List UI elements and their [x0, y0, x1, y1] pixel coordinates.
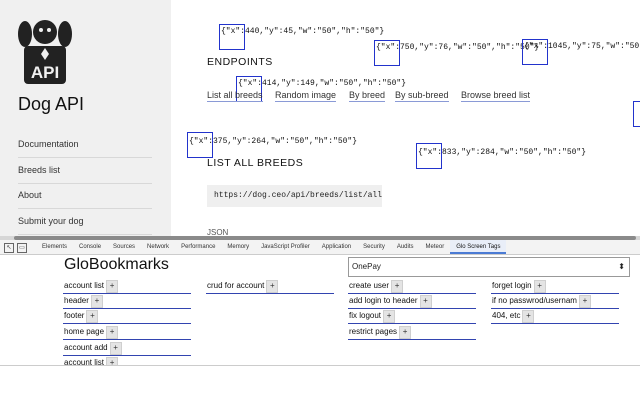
bookmark-label: if no passwrod/usernam: [492, 296, 577, 305]
dog-logo-icon[interactable]: API: [16, 18, 74, 86]
add-button[interactable]: +: [578, 295, 591, 308]
bookmark-item[interactable]: header +: [63, 294, 191, 309]
nav-about[interactable]: About: [18, 190, 152, 209]
screen-tag-label: {"x":750,"y":76,"w":"50","h":"50"}: [376, 43, 540, 52]
panel-title: GloBookmarks: [64, 256, 169, 273]
tab-javascript-profiler[interactable]: JavaScript Profiler: [255, 240, 316, 254]
bookmark-label: fix logout: [349, 311, 382, 320]
tab-performance[interactable]: Performance: [175, 240, 221, 254]
screen-tag-box[interactable]: [374, 40, 400, 66]
tab-audits[interactable]: Audits: [391, 240, 420, 254]
bookmark-label: add login to header: [349, 296, 418, 305]
sidebar: API Dog API Documentation Breeds list Ab…: [0, 0, 171, 236]
brand-title[interactable]: Dog API: [18, 94, 84, 115]
bookmark-item[interactable]: home page +: [63, 325, 191, 340]
add-button[interactable]: +: [90, 295, 103, 308]
nav-breeds-list[interactable]: Breeds list: [18, 165, 152, 184]
bookmark-label: account list: [64, 281, 105, 290]
bookmark-label: forget login: [492, 281, 532, 290]
screen-tag-label: {"x":414,"y":149,"w":"50","h":"50"}: [238, 79, 407, 88]
bookmark-item[interactable]: forget login +: [491, 279, 619, 294]
link-browse-breed-list[interactable]: Browse breed list: [461, 90, 531, 102]
tab-network[interactable]: Network: [141, 240, 175, 254]
add-button[interactable]: +: [109, 342, 122, 355]
add-button[interactable]: +: [399, 326, 412, 339]
link-by-sub-breed[interactable]: By sub-breed: [395, 90, 449, 102]
link-by-breed[interactable]: By breed: [349, 90, 386, 102]
bookmark-label: account add: [64, 343, 108, 352]
project-select[interactable]: OnePay ⬍: [348, 257, 630, 277]
bookmark-label: 404, etc: [492, 311, 521, 320]
screen-tag-label: {"x":440,"y":45,"w":"50","h":"50"}: [221, 27, 385, 36]
bookmark-label: footer: [64, 311, 85, 320]
add-button[interactable]: +: [391, 280, 404, 293]
add-button[interactable]: +: [106, 326, 119, 339]
inspect-icon[interactable]: ↖: [4, 243, 14, 253]
screen-tag-label: {"x":375,"y":264,"w":"50","h":"50"}: [189, 137, 358, 146]
nav-submit-dog[interactable]: Submit your dog: [18, 216, 152, 235]
tab-glo-screen-tags[interactable]: Glo Screen Tags: [450, 240, 507, 254]
bookmark-label: crud for account: [207, 281, 265, 290]
project-select-value: OnePay: [352, 262, 381, 271]
bottom-blank-area: [0, 366, 640, 400]
bookmark-item[interactable]: footer +: [63, 309, 191, 324]
bookmark-item[interactable]: account add +: [63, 341, 191, 356]
bookmark-label: restrict pages: [349, 327, 398, 336]
devtools-tabs: Elements Console Sources Network Perform…: [36, 240, 507, 254]
bookmark-item[interactable]: 404, etc +: [491, 309, 619, 324]
screen-tag-box[interactable]: [633, 101, 640, 127]
screen-tag-box[interactable]: [416, 143, 442, 169]
bookmark-item[interactable]: crud for account +: [206, 279, 334, 294]
link-random-image[interactable]: Random image: [275, 90, 337, 102]
add-button[interactable]: +: [419, 295, 432, 308]
add-button[interactable]: +: [86, 310, 99, 323]
tab-security[interactable]: Security: [357, 240, 391, 254]
device-icon[interactable]: ▭: [17, 243, 27, 253]
bookmark-label: home page: [64, 327, 105, 336]
screen-tag-box[interactable]: [219, 24, 245, 50]
updown-arrow-icon: ⬍: [618, 262, 625, 271]
link-list-all-breeds[interactable]: List all breeds: [207, 90, 263, 102]
add-button[interactable]: +: [522, 310, 535, 323]
bookmark-item[interactable]: restrict pages +: [348, 325, 476, 340]
tab-elements[interactable]: Elements: [36, 240, 73, 254]
svg-text:API: API: [31, 63, 59, 82]
devtools-toolbar: ↖ ▭ Elements Console Sources Network Per…: [0, 240, 640, 255]
endpoints-heading: ENDPOINTS: [207, 56, 273, 68]
bookmark-label: header: [64, 296, 89, 305]
add-button[interactable]: +: [266, 280, 279, 293]
list-all-breeds-heading: LIST ALL BREEDS: [207, 157, 304, 169]
add-button[interactable]: +: [106, 280, 119, 293]
api-url-codeblock: https://dog.ceo/api/breeds/list/all: [207, 185, 382, 207]
screen-tag-box[interactable]: [187, 132, 213, 158]
bookmark-label: create user: [349, 281, 390, 290]
add-button[interactable]: +: [533, 280, 546, 293]
tab-memory[interactable]: Memory: [221, 240, 255, 254]
nav-documentation[interactable]: Documentation: [18, 139, 152, 158]
json-label: JSON: [207, 228, 229, 236]
dog-api-page: API Dog API Documentation Breeds list Ab…: [0, 0, 640, 236]
screen-tag-box[interactable]: [522, 39, 548, 65]
tab-sources[interactable]: Sources: [107, 240, 141, 254]
bookmark-item[interactable]: fix logout +: [348, 309, 476, 324]
tab-application[interactable]: Application: [316, 240, 357, 254]
tab-console[interactable]: Console: [73, 240, 107, 254]
bookmark-item[interactable]: account list +: [63, 279, 191, 294]
add-button[interactable]: +: [383, 310, 396, 323]
bookmark-item[interactable]: add login to header +: [348, 294, 476, 309]
tab-meteor[interactable]: Meteor: [420, 240, 451, 254]
bookmark-item[interactable]: if no passwrod/usernam +: [491, 294, 619, 309]
screen-tag-label: {"x":833,"y":284,"w":"50","h":"50"}: [418, 148, 587, 157]
bookmark-item[interactable]: create user +: [348, 279, 476, 294]
